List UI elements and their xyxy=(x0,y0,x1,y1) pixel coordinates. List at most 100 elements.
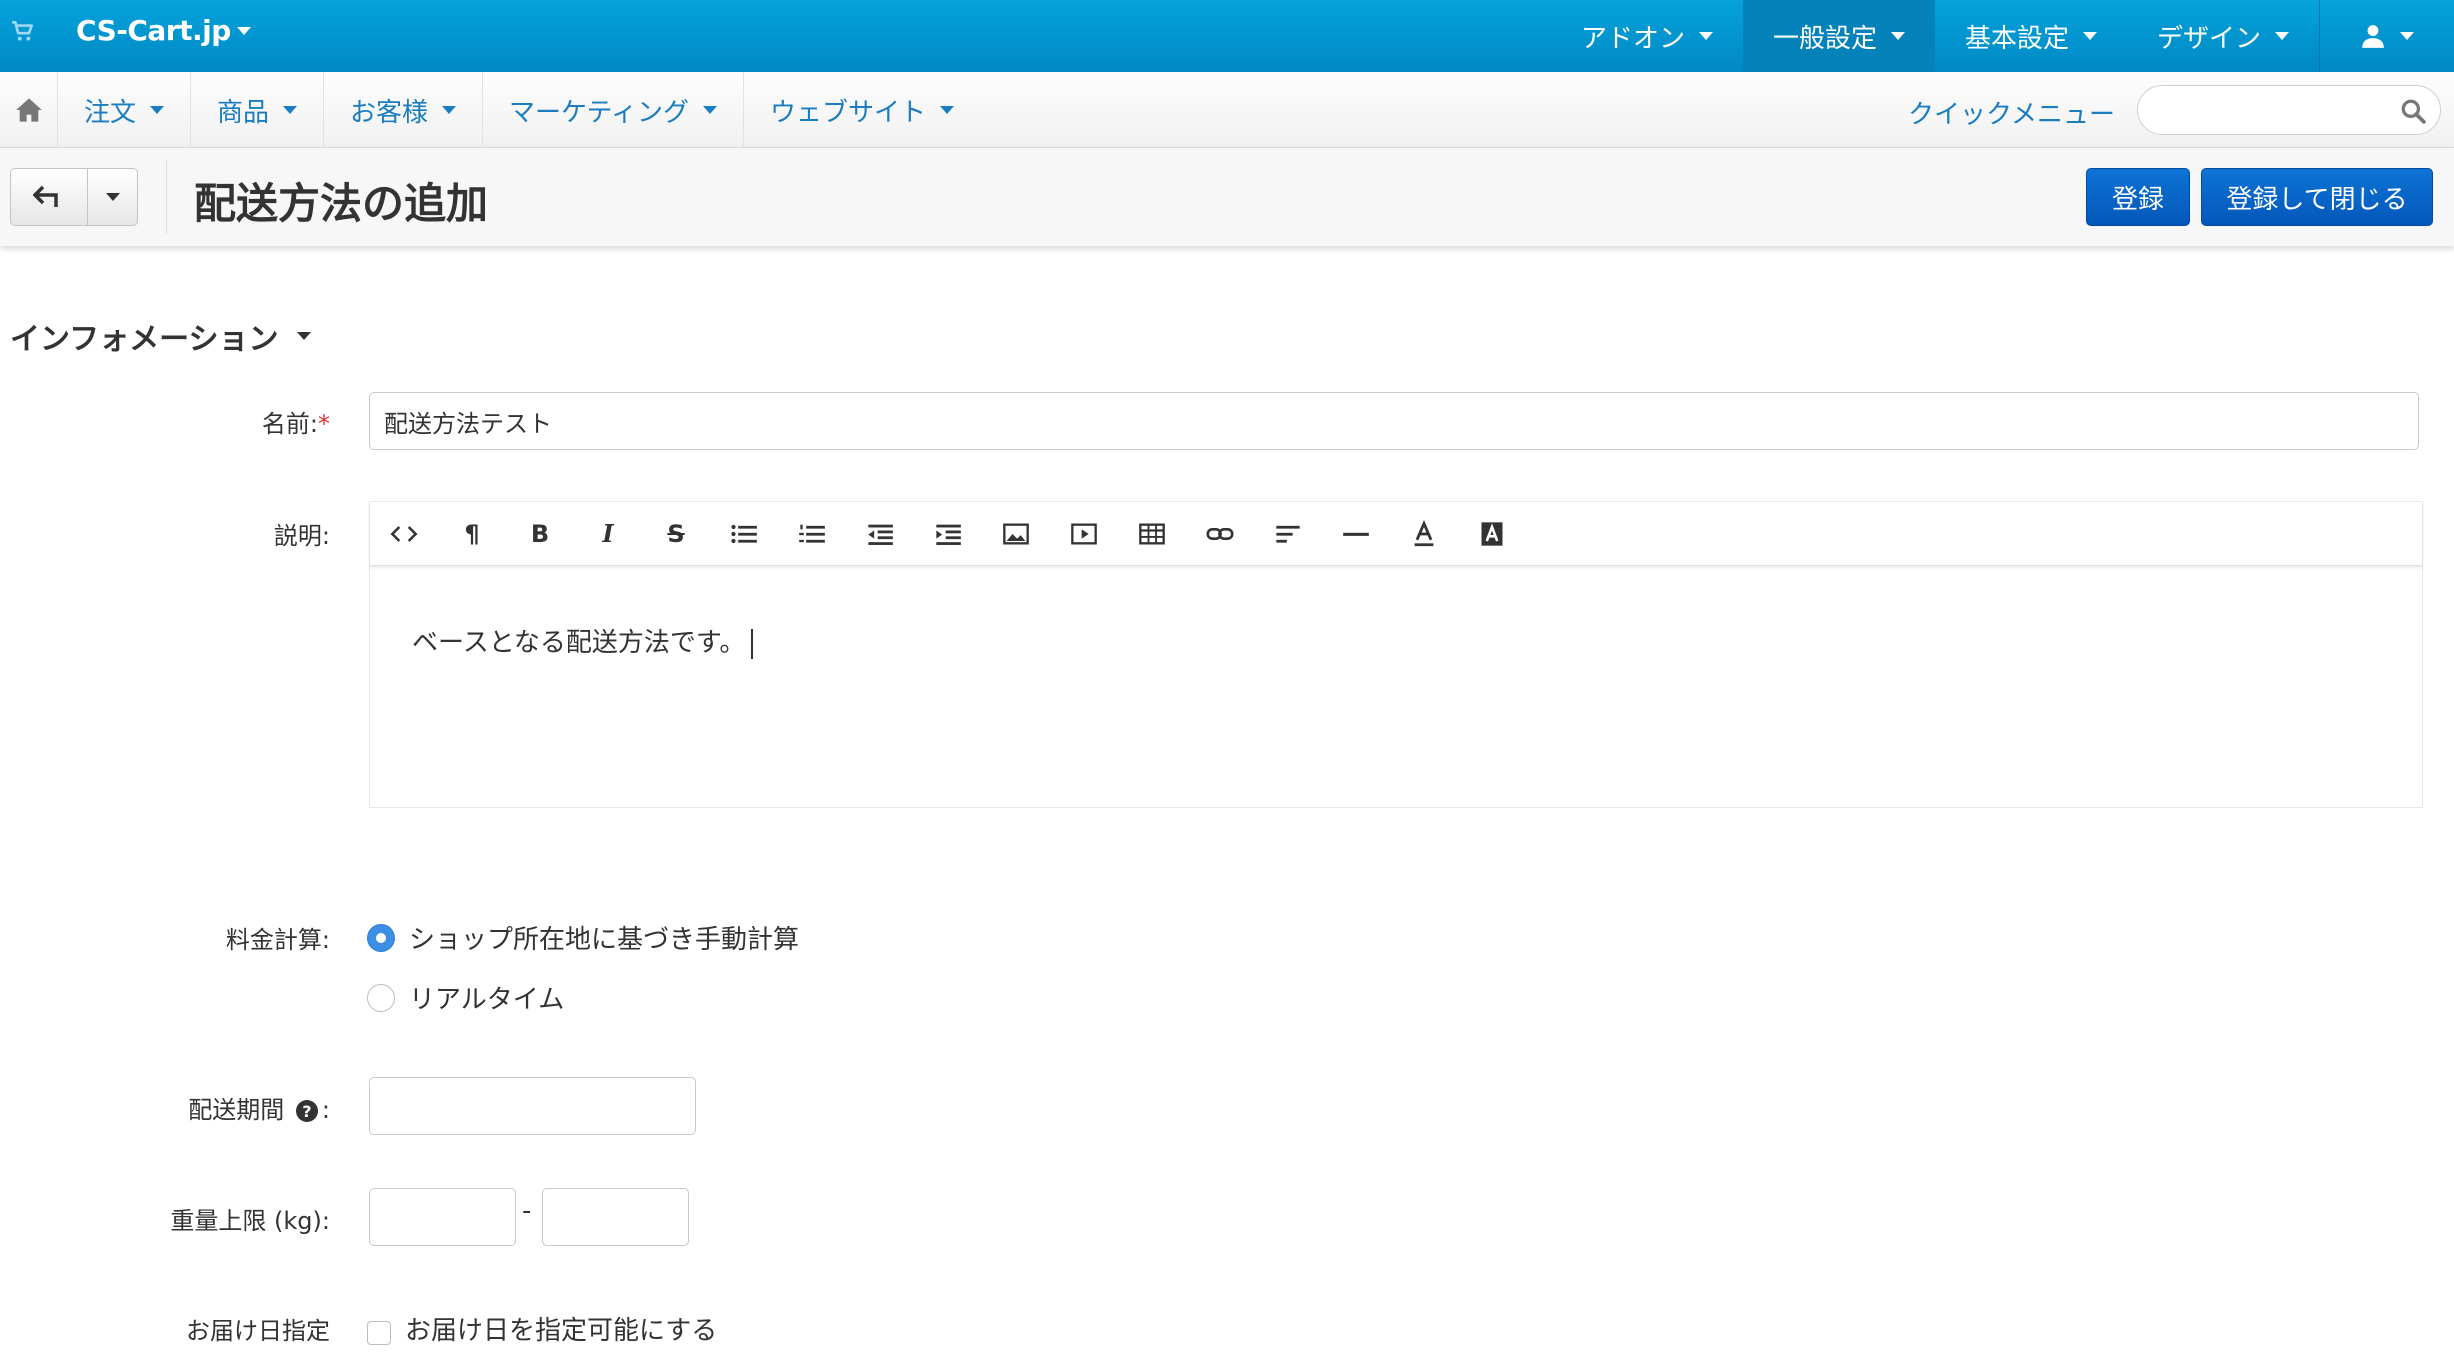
user-menu[interactable] xyxy=(2319,0,2454,72)
rate-calc-label: 料金計算: xyxy=(225,926,330,954)
save-and-close-button[interactable]: 登録して閉じる xyxy=(2201,168,2433,226)
delivery-date-checkbox-row[interactable]: お届け日を指定可能にする xyxy=(367,1310,717,1347)
label-colon: : xyxy=(321,1096,330,1124)
radio-button[interactable] xyxy=(367,983,395,1012)
chevron-down-icon xyxy=(283,106,298,114)
radio-button-checked[interactable] xyxy=(367,923,395,952)
help-icon[interactable]: ? xyxy=(295,1100,318,1122)
top-nav: アドオン 一般設定 基本設定 デザイン xyxy=(1551,0,2454,72)
radio-label: リアルタイム xyxy=(409,985,565,1015)
brand-name: CS-Cart.jp xyxy=(76,14,231,47)
horizontal-rule-icon xyxy=(1343,532,1369,536)
chevron-down-icon xyxy=(105,193,120,201)
nav-customers[interactable]: お客様 xyxy=(324,72,484,148)
bold-button[interactable]: B xyxy=(506,502,574,566)
top-nav-label: アドオン xyxy=(1580,23,1685,54)
font-color-button[interactable] xyxy=(1390,502,1458,566)
insert-image-button[interactable] xyxy=(982,502,1050,566)
nav-label: 商品 xyxy=(217,97,270,128)
delivery-date-checkbox[interactable] xyxy=(367,1320,391,1345)
delivery-time-label: 配送期間 ?: xyxy=(188,1090,330,1125)
radio-realtime[interactable]: リアルタイム xyxy=(367,979,564,1016)
nav-marketing[interactable]: マーケティング xyxy=(483,72,744,148)
background-color-button[interactable] xyxy=(1458,502,1526,566)
top-nav-label: デザイン xyxy=(2156,23,2261,54)
description-editor: ¶ B I S ベースとなる配送方法です。 xyxy=(369,501,2423,808)
user-icon xyxy=(2362,25,2384,48)
name-label: 名前:* xyxy=(262,404,330,439)
font-color-icon xyxy=(1414,519,1434,546)
align-left-icon xyxy=(1276,525,1300,543)
bullet-list-button[interactable] xyxy=(710,502,778,566)
editor-content[interactable]: ベースとなる配送方法です。 xyxy=(412,622,754,659)
search-input[interactable] xyxy=(2156,94,2386,126)
store-switcher[interactable]: CS-Cart.jp xyxy=(76,14,251,47)
home-button[interactable] xyxy=(0,72,58,148)
italic-icon: I xyxy=(602,519,614,548)
insert-table-button[interactable] xyxy=(1118,502,1186,566)
text-cursor xyxy=(751,628,754,659)
quick-menu-link[interactable]: クイックメニュー xyxy=(1908,94,2115,131)
chevron-down-icon xyxy=(442,106,457,114)
chevron-down-icon xyxy=(236,26,251,35)
chevron-down-icon xyxy=(296,332,311,340)
weight-limit-label: 重量上限 (kg): xyxy=(170,1207,330,1235)
cart-icon[interactable] xyxy=(10,18,36,44)
nav-products[interactable]: 商品 xyxy=(191,72,325,148)
chevron-down-icon xyxy=(150,106,165,114)
code-view-button[interactable] xyxy=(370,502,438,566)
delivery-date-label: お届け日指定 xyxy=(186,1317,330,1345)
page-title: 配送方法の追加 xyxy=(194,179,489,228)
numbered-list-icon xyxy=(799,524,825,543)
top-nav-label: 基本設定 xyxy=(1964,23,2069,54)
chevron-down-icon xyxy=(1890,32,1905,40)
editor-toolbar: ¶ B I S xyxy=(370,502,2422,566)
required-marker: * xyxy=(318,410,330,438)
align-button[interactable] xyxy=(1254,502,1322,566)
back-button[interactable] xyxy=(11,169,87,225)
checkbox-label: お届け日を指定可能にする xyxy=(405,1316,718,1346)
top-nav-design[interactable]: デザイン xyxy=(2127,0,2319,72)
table-icon xyxy=(1139,523,1165,544)
name-input[interactable] xyxy=(369,392,2419,450)
strikethrough-button[interactable]: S xyxy=(642,502,710,566)
italic-button[interactable]: I xyxy=(574,502,642,566)
outdent-icon xyxy=(868,524,893,545)
back-button-group xyxy=(10,168,138,226)
strikethrough-icon: S xyxy=(667,519,685,548)
search-icon[interactable] xyxy=(2400,98,2426,124)
back-arrow-icon xyxy=(33,185,58,207)
nav-label: 注文 xyxy=(84,97,137,128)
indent-button[interactable] xyxy=(914,502,982,566)
delivery-time-input[interactable] xyxy=(369,1077,696,1135)
insert-link-button[interactable] xyxy=(1186,502,1254,566)
indent-icon xyxy=(936,524,961,545)
top-nav-general-settings[interactable]: 一般設定 xyxy=(1742,0,1935,72)
back-dropdown-button[interactable] xyxy=(87,169,137,225)
nav-website[interactable]: ウェブサイト xyxy=(744,72,980,148)
description-label: 説明: xyxy=(273,522,330,550)
horizontal-rule-button[interactable] xyxy=(1322,502,1390,566)
radio-label: ショップ所在地に基づき手動計算 xyxy=(409,925,800,955)
description-text: ベースとなる配送方法です。 xyxy=(412,628,746,658)
numbered-list-button[interactable] xyxy=(778,502,846,566)
top-nav-addons[interactable]: アドオン xyxy=(1551,0,1743,72)
section-title: インフォメーション xyxy=(10,322,279,357)
top-nav-basic-settings[interactable]: 基本設定 xyxy=(1935,0,2127,72)
insert-video-button[interactable] xyxy=(1050,502,1118,566)
section-information-toggle[interactable]: インフォメーション xyxy=(10,314,311,358)
paragraph-icon: ¶ xyxy=(464,519,480,548)
save-button[interactable]: 登録 xyxy=(2086,168,2190,226)
nav-label: お客様 xyxy=(350,97,429,128)
chevron-down-icon xyxy=(939,106,954,114)
weight-max-input[interactable] xyxy=(542,1188,689,1246)
action-bar: 配送方法の追加 登録 登録して閉じる xyxy=(0,148,2454,246)
nav-orders[interactable]: 注文 xyxy=(58,72,192,148)
weight-min-input[interactable] xyxy=(369,1188,516,1246)
search-box xyxy=(2137,85,2441,135)
radio-manual-calc[interactable]: ショップ所在地に基づき手動計算 xyxy=(367,919,799,956)
nav-label: マーケティング xyxy=(509,97,689,128)
paragraph-button[interactable]: ¶ xyxy=(438,502,506,566)
outdent-button[interactable] xyxy=(846,502,914,566)
image-icon xyxy=(1003,523,1029,544)
